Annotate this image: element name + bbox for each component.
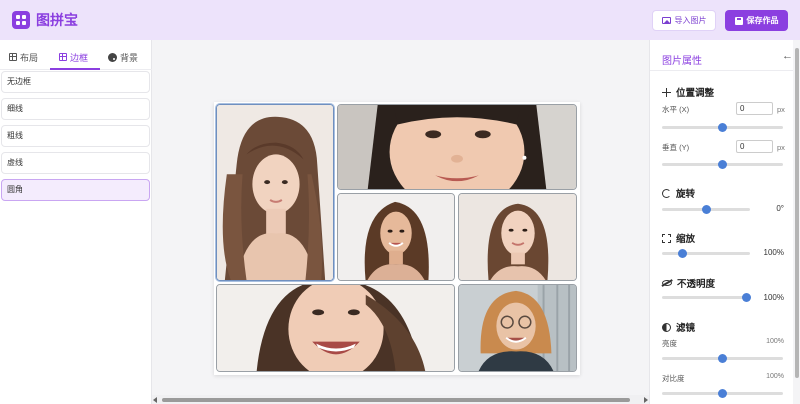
- properties-title: 图片属性: [662, 56, 702, 67]
- photo-cell-3[interactable]: [337, 193, 455, 281]
- scroll-left-icon[interactable]: [153, 397, 157, 403]
- filter-section-title: 滤镜: [662, 320, 695, 334]
- photo-laughing-woman: [217, 285, 454, 371]
- palette-icon: [108, 52, 117, 62]
- border-option-thin[interactable]: 细线: [1, 98, 150, 120]
- brightness-value: 100%: [766, 338, 784, 345]
- scale-title-text: 缩放: [676, 234, 696, 245]
- position-title-text: 位置调整: [676, 88, 715, 99]
- border-option-none[interactable]: 无边框: [1, 71, 150, 93]
- photo-woman-long-hair: [217, 105, 333, 280]
- tab-background-label: 背景: [120, 52, 139, 63]
- import-image-label: 导入图片: [674, 16, 707, 25]
- rotation-slider[interactable]: [662, 205, 750, 214]
- vertical-label: 垂直 (Y): [662, 143, 690, 152]
- tab-layout-label: 布局: [20, 52, 39, 63]
- photo-cell-2[interactable]: [337, 104, 577, 190]
- opacity-value: 100%: [763, 293, 784, 302]
- properties-panel: 图片属性 ← 位置调整 水平 (X) 0 px 垂直 (Y) 0 px 旋转 0…: [649, 40, 800, 404]
- tab-layout[interactable]: 布局: [9, 49, 38, 65]
- photo-woman-glasses: [459, 285, 576, 371]
- import-image-button[interactable]: 导入图片: [652, 10, 716, 31]
- brightness-slider-knob[interactable]: [718, 354, 727, 363]
- vertical-slider-knob[interactable]: [718, 160, 727, 169]
- contrast-value: 100%: [766, 373, 784, 380]
- rotation-value: 0°: [776, 204, 784, 213]
- grid-icon: [9, 53, 17, 61]
- tab-background[interactable]: 背景: [108, 49, 138, 65]
- tab-border-label: 边框: [70, 52, 89, 63]
- horizontal-slider-knob[interactable]: [718, 123, 727, 132]
- scale-value: 100%: [763, 248, 784, 257]
- collapse-panel-icon[interactable]: ←: [782, 50, 793, 62]
- horizontal-slider[interactable]: [662, 123, 783, 132]
- brightness-slider[interactable]: [662, 354, 783, 363]
- active-tab-indicator: [50, 68, 100, 70]
- photo-cell-5[interactable]: [216, 284, 455, 372]
- border-icon: [59, 53, 67, 61]
- collage-board: [214, 102, 580, 375]
- horizontal-scroll-thumb[interactable]: [162, 398, 630, 402]
- photo-cell-6[interactable]: [458, 284, 577, 372]
- photo-cell-4[interactable]: [458, 193, 577, 281]
- filter-icon: [662, 322, 671, 332]
- photo-cell-1[interactable]: [216, 104, 334, 281]
- properties-scrollbar[interactable]: [793, 40, 800, 404]
- app-title: 图拼宝: [36, 12, 78, 28]
- opacity-section-title: 不透明度: [662, 276, 715, 290]
- photo-woman-portrait: [459, 194, 576, 280]
- rotation-slider-knob[interactable]: [702, 205, 711, 214]
- filter-title-text: 滤镜: [676, 323, 696, 334]
- scale-slider[interactable]: [662, 249, 750, 258]
- brightness-label: 亮度: [662, 339, 677, 348]
- horizontal-label: 水平 (X): [662, 105, 690, 114]
- left-tabs: 布局 边框 背景: [0, 40, 152, 70]
- save-work-label: 保存作品: [746, 16, 779, 25]
- app-header: 图拼宝 导入图片 保存作品: [0, 0, 800, 40]
- rotate-icon: [662, 188, 671, 198]
- properties-scroll-thumb[interactable]: [795, 48, 799, 378]
- move-icon: [662, 87, 671, 97]
- rotation-title-text: 旋转: [676, 189, 696, 200]
- left-panel: 布局 边框 背景 无边框 细线 粗线 虚线 圆角: [0, 40, 152, 404]
- horizontal-input[interactable]: 0: [736, 102, 773, 115]
- scroll-right-icon[interactable]: [644, 397, 648, 403]
- horizontal-unit: px: [777, 105, 785, 114]
- border-option-dashed[interactable]: 虚线: [1, 152, 150, 174]
- save-work-button[interactable]: 保存作品: [725, 10, 788, 31]
- eye-slash-icon: [662, 280, 672, 286]
- vertical-input[interactable]: 0: [736, 140, 773, 153]
- scale-slider-knob[interactable]: [678, 249, 687, 258]
- position-section-title: 位置调整: [662, 85, 714, 99]
- rotation-section-title: 旋转: [662, 186, 695, 200]
- image-icon: [661, 17, 671, 24]
- vertical-unit: px: [777, 143, 785, 152]
- scale-section-title: 缩放: [662, 231, 695, 245]
- horizontal-scrollbar[interactable]: [152, 395, 649, 404]
- vertical-slider[interactable]: [662, 160, 783, 169]
- opacity-slider[interactable]: [662, 293, 751, 302]
- canvas-area: [152, 40, 649, 404]
- scale-icon: [662, 233, 671, 243]
- photo-smiling-closeup: [338, 105, 576, 189]
- opacity-title-text: 不透明度: [677, 279, 716, 290]
- app-logo-icon: [12, 11, 30, 29]
- save-icon: [734, 16, 743, 25]
- panel-divider: [650, 70, 793, 71]
- contrast-slider[interactable]: [662, 389, 783, 398]
- border-option-rounded[interactable]: 圆角: [1, 179, 150, 201]
- contrast-slider-knob[interactable]: [718, 389, 727, 398]
- contrast-label: 对比度: [662, 374, 685, 383]
- tab-border[interactable]: 边框: [59, 49, 88, 65]
- photo-woman-brown-hair: [338, 194, 454, 280]
- border-option-thick[interactable]: 粗线: [1, 125, 150, 147]
